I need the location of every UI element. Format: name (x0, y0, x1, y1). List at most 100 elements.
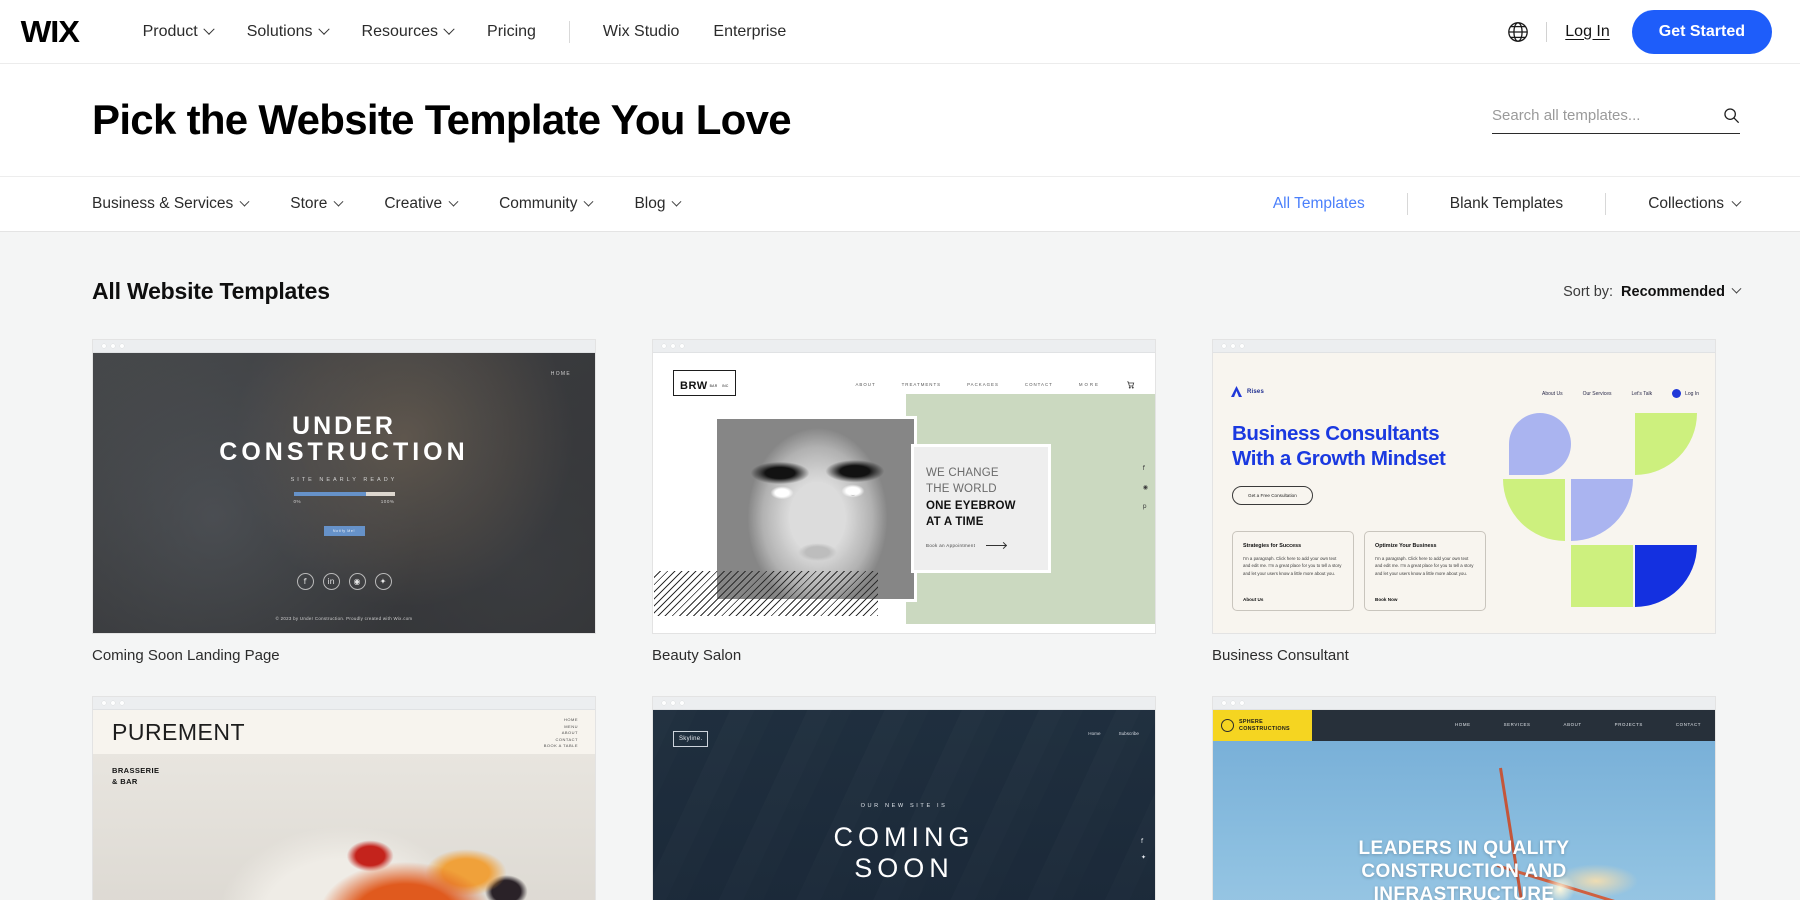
tab-all-templates[interactable]: All Templates (1273, 195, 1365, 213)
twitter-icon: ✦ (1140, 854, 1146, 861)
tagline-line-1: BRASSERIE (112, 766, 160, 775)
progress-max: 100% (380, 498, 395, 504)
section-header: All Website Templates Sort by: Recommend… (92, 278, 1742, 305)
preview-info-card: Strategies for Success I'm a paragraph. … (1232, 531, 1354, 611)
facebook-icon: f (1142, 465, 1145, 472)
heading-line-2: THE WORLD (926, 483, 997, 496)
login-link[interactable]: Log In (1565, 23, 1609, 41)
sort-dropdown[interactable]: Sort by: Recommended (1563, 284, 1742, 300)
category-label: Store (290, 195, 328, 212)
template-screenshot: HOME UNDER CONSTRUCTION SITE NEARLY READ… (93, 353, 595, 633)
template-card-construction-company[interactable]: SPHERE CONSTRUCTIONS HOME SERVICES ABOUT… (1212, 696, 1716, 900)
preview-nav: ABOUT TREATMENTS PACKAGES CONTACT MORE (856, 380, 1136, 389)
category-community[interactable]: Community (499, 195, 594, 213)
preview-socials: f ◉ p (1143, 465, 1148, 510)
browser-chrome (1213, 697, 1715, 710)
category-bar: Business & Services Store Creative Commu… (0, 176, 1800, 232)
chevron-down-icon (203, 23, 215, 35)
nav-our-services: Our Services (1582, 390, 1612, 397)
template-card-coming-soon-landing-page[interactable]: HOME UNDER CONSTRUCTION SITE NEARLY READ… (92, 339, 596, 664)
info-card-body: I'm a paragraph. Click here to add your … (1243, 556, 1342, 576)
chevron-down-icon (239, 196, 250, 207)
template-preview-frame[interactable]: PUREMENT HOME MENU ABOUT CONTACT BOOK A … (92, 696, 596, 900)
preview-logo: BRW BAR INC (673, 370, 736, 396)
tab-collections[interactable]: Collections (1648, 195, 1724, 213)
preview-nav: HOME (550, 371, 571, 377)
category-store[interactable]: Store (290, 195, 344, 213)
template-preview-frame[interactable]: Rises About Us Our Services Let's Talk L… (1212, 339, 1716, 634)
nav-item-resources[interactable]: Resources (345, 23, 470, 41)
preview-info-card: Optimize Your Business I'm a paragraph. … (1364, 531, 1486, 611)
category-business-services[interactable]: Business & Services (92, 195, 250, 213)
wix-logo[interactable]: WIX (21, 16, 80, 47)
nav-item-wix-studio[interactable]: Wix Studio (586, 23, 696, 41)
pinterest-icon: p (1142, 503, 1147, 510)
cart-icon (1127, 381, 1135, 389)
info-card-link: About Us (1243, 597, 1264, 602)
template-preview-frame[interactable]: SPHERE CONSTRUCTIONS HOME SERVICES ABOUT… (1212, 696, 1716, 900)
heading-line-3: ONE EYEBROW (926, 499, 1016, 512)
logo-line-1: SPHERE (1239, 718, 1263, 725)
template-screenshot: Skyline. Home Subscribe OUR NEW SITE IS … (653, 710, 1155, 900)
category-creative[interactable]: Creative (384, 195, 459, 213)
template-screenshot: PUREMENT HOME MENU ABOUT CONTACT BOOK A … (93, 710, 595, 900)
preview-cta: Book an Appointment (926, 543, 1048, 548)
nav-about: ABOUT (855, 382, 876, 387)
avatar-icon (1672, 389, 1682, 398)
template-screenshot: Rises About Us Our Services Let's Talk L… (1213, 353, 1715, 633)
primary-nav: Product Solutions Resources Pricing Wix … (126, 20, 804, 43)
logo-sub1: BAR (709, 384, 718, 388)
template-preview-frame[interactable]: BRW BAR INC ABOUT TREATMENTS PACKAGES CO… (652, 339, 1156, 634)
view-divider (1605, 193, 1607, 215)
nav-projects: PROJECTS (1614, 722, 1643, 727)
browser-chrome (653, 340, 1155, 353)
nav-item-solutions[interactable]: Solutions (230, 23, 345, 41)
nav-about: ABOUT (561, 730, 578, 736)
instagram-icon: ◉ (348, 572, 366, 590)
category-filters: Business & Services Store Creative Commu… (92, 195, 722, 213)
nav-about: ABOUT (1563, 722, 1582, 727)
nav-item-enterprise[interactable]: Enterprise (696, 23, 803, 41)
cta-label: Book an Appointment (926, 543, 976, 549)
preview-socials: f ✦ (1141, 838, 1146, 861)
nav-packages: PACKAGES (967, 382, 999, 387)
preview-header: SPHERE CONSTRUCTIONS HOME SERVICES ABOUT… (1213, 710, 1715, 741)
section-title: All Website Templates (92, 278, 330, 304)
preview-nav: Home Subscribe (1088, 731, 1139, 736)
template-card-beauty-salon[interactable]: BRW BAR INC ABOUT TREATMENTS PACKAGES CO… (652, 339, 1156, 664)
template-screenshot: BRW BAR INC ABOUT TREATMENTS PACKAGES CO… (653, 353, 1155, 633)
heading-line-3: INFRASTRUCTURE (1373, 883, 1555, 900)
heading-line-2: CONSTRUCTION (219, 438, 469, 467)
info-card-title: Optimize Your Business (1375, 543, 1437, 549)
search-icon[interactable] (1723, 107, 1740, 124)
nav-home: HOME (1455, 722, 1471, 727)
nav-label: Resources (361, 22, 439, 40)
tab-blank-templates[interactable]: Blank Templates (1450, 195, 1563, 213)
nav-log-in: Log In (1672, 389, 1699, 398)
template-card-coming-soon[interactable]: Skyline. Home Subscribe OUR NEW SITE IS … (652, 696, 1156, 900)
instagram-icon: ◉ (1142, 484, 1148, 491)
chevron-down-icon (333, 196, 344, 207)
template-screenshot: SPHERE CONSTRUCTIONS HOME SERVICES ABOUT… (1213, 710, 1715, 900)
view-divider (1406, 193, 1408, 215)
nav-item-product[interactable]: Product (126, 23, 230, 41)
globe-icon[interactable] (1506, 20, 1530, 44)
template-card-business-consultant[interactable]: Rises About Us Our Services Let's Talk L… (1212, 339, 1716, 664)
nav-treatments: TREATMENTS (901, 382, 942, 387)
category-blog[interactable]: Blog (634, 195, 682, 213)
hatch-pattern (654, 571, 878, 616)
browser-chrome (93, 697, 595, 710)
search-input[interactable] (1492, 106, 1723, 124)
nav-lets-talk: Let's Talk (1631, 390, 1653, 397)
info-card-body: I'm a paragraph. Click here to add your … (1375, 556, 1474, 576)
logo-text: Rises (1247, 388, 1265, 395)
nav-item-pricing[interactable]: Pricing (470, 23, 553, 41)
template-card-restaurant[interactable]: PUREMENT HOME MENU ABOUT CONTACT BOOK A … (92, 696, 596, 900)
nav-home: HOME (564, 717, 578, 722)
template-search[interactable] (1492, 106, 1740, 134)
get-started-button[interactable]: Get Started (1631, 9, 1772, 54)
template-preview-frame[interactable]: HOME UNDER CONSTRUCTION SITE NEARLY READ… (92, 339, 596, 634)
nav-label: Solutions (246, 22, 313, 40)
arrow-right-icon (986, 545, 1007, 547)
template-preview-frame[interactable]: Skyline. Home Subscribe OUR NEW SITE IS … (652, 696, 1156, 900)
